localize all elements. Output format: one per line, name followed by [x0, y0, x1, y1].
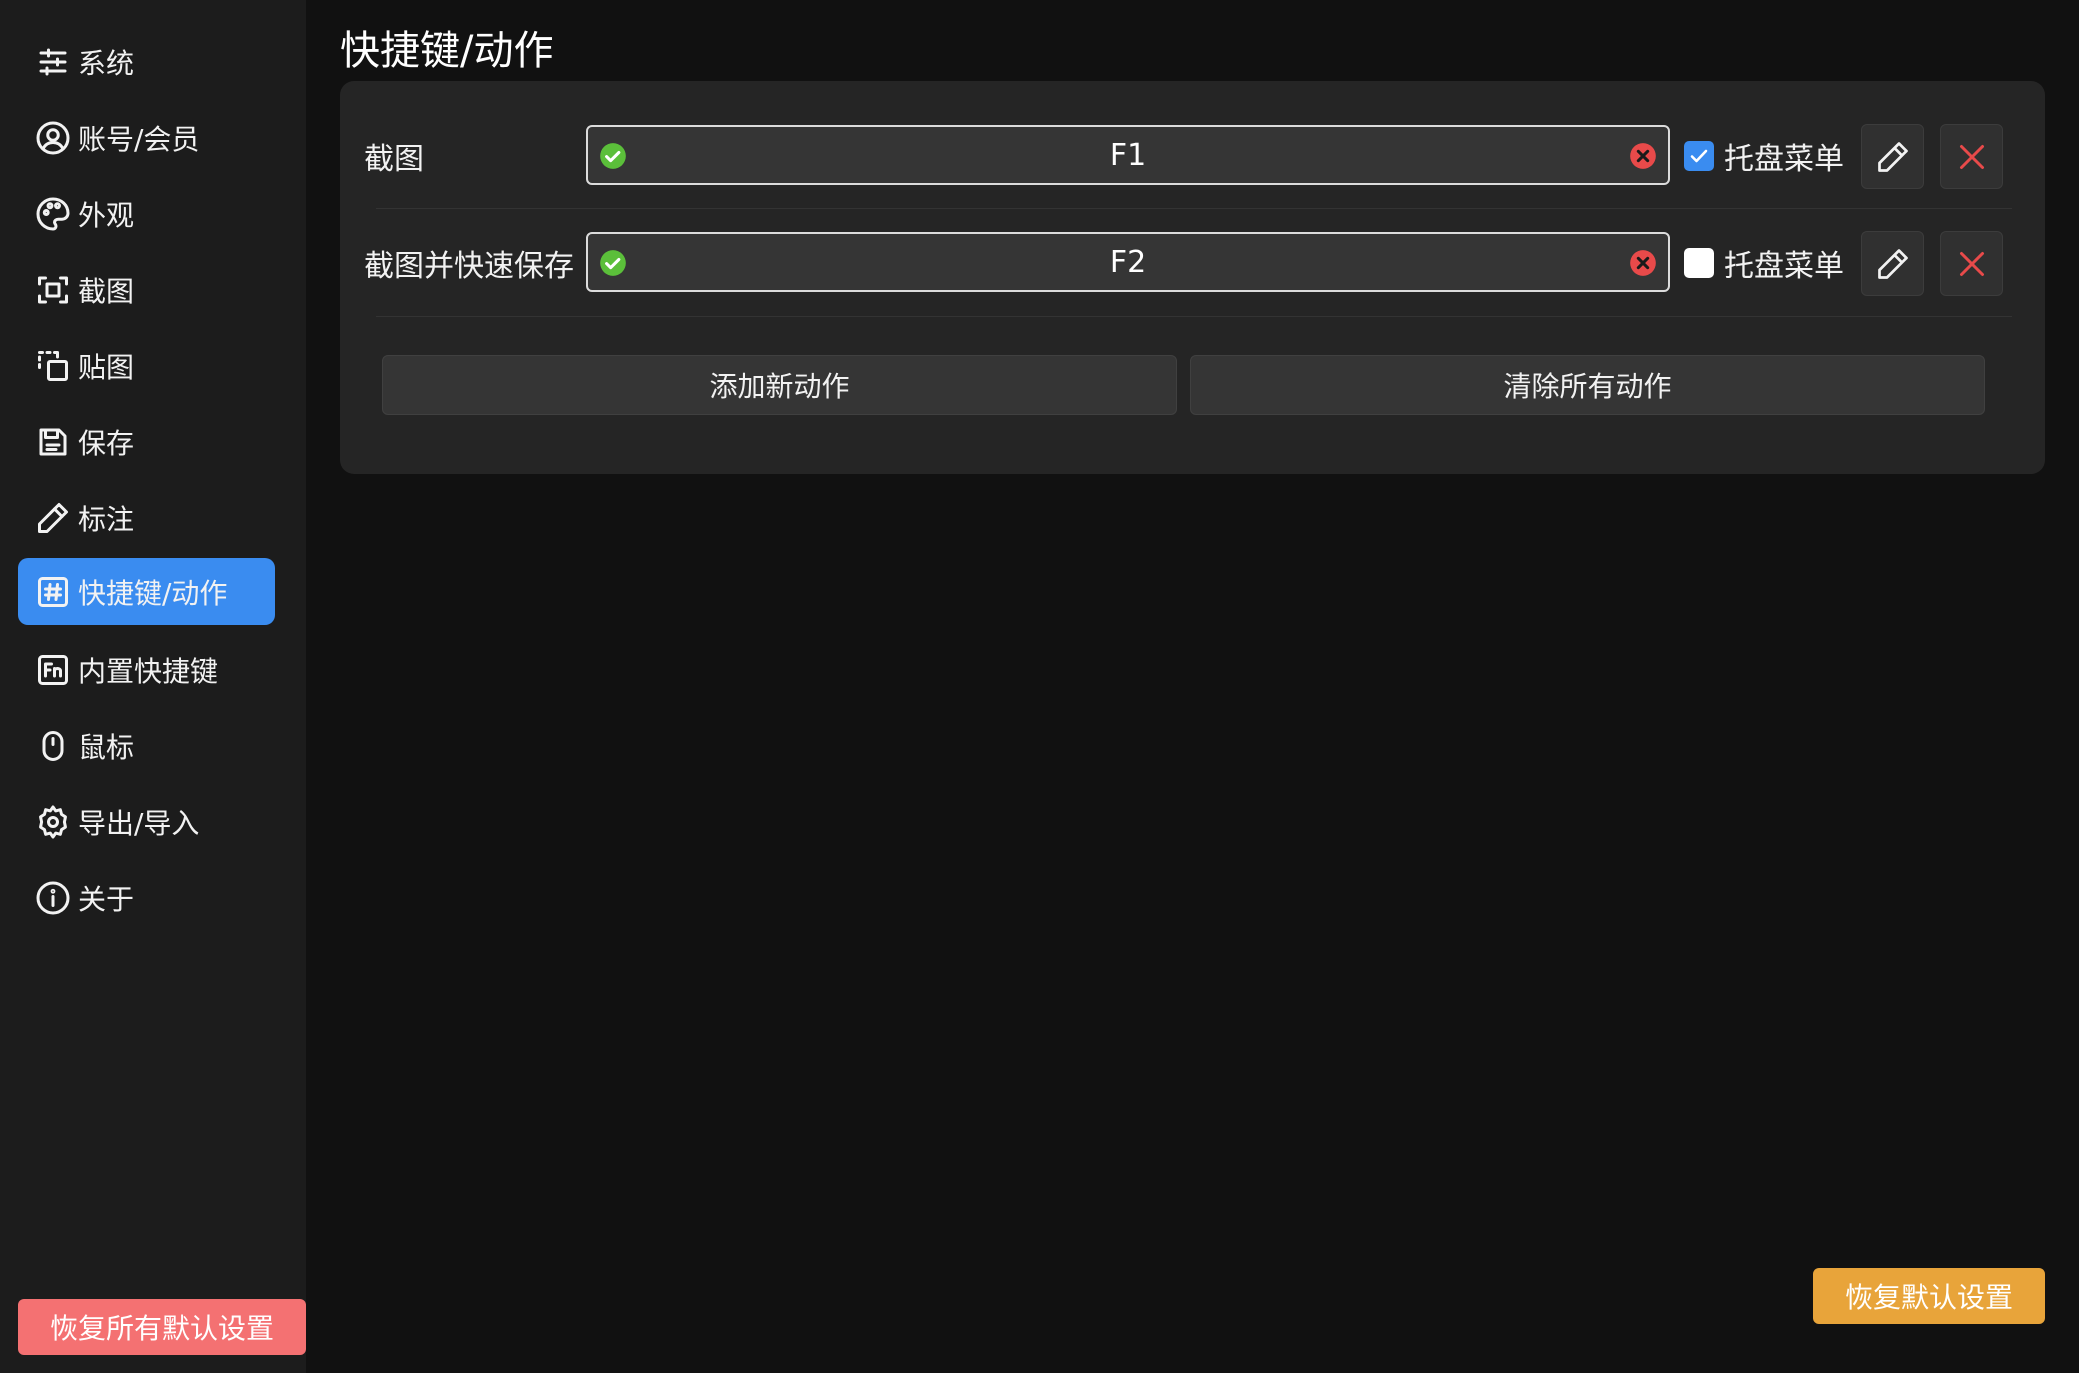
sidebar-item-screenshot[interactable]: 截图: [18, 256, 275, 323]
hotkey-input[interactable]: F1: [586, 125, 1670, 185]
clear-all-actions-button[interactable]: 清除所有动作: [1190, 355, 1985, 415]
hotkey-input[interactable]: F2: [586, 232, 1670, 292]
pencil-icon: [1877, 248, 1908, 279]
checkmark-icon: [1690, 149, 1708, 163]
sidebar-item-pin[interactable]: 贴图: [18, 332, 275, 399]
hash-icon: [34, 573, 72, 611]
pencil-icon: [34, 499, 72, 537]
sidebar-item-label: 账号/会员: [78, 122, 200, 156]
clear-icon[interactable]: [1629, 142, 1657, 170]
save-icon: [34, 423, 72, 461]
sidebar-item-appearance[interactable]: 外观: [18, 180, 275, 247]
sidebar-item-label: 鼠标: [78, 730, 135, 764]
delete-action-button[interactable]: [1940, 124, 2003, 189]
sidebar-item-label: 导出/导入: [78, 806, 200, 840]
sidebar-item-label: 快捷键/动作: [78, 576, 228, 610]
sidebar-item-import-export[interactable]: 导出/导入: [18, 788, 275, 855]
sidebar-item-label: 截图: [78, 274, 135, 308]
sidebar-item-label: 内置快捷键: [78, 654, 219, 688]
action-name: 截图: [364, 142, 424, 177]
sidebar-item-label: 关于: [78, 882, 135, 916]
close-icon: [1959, 251, 1984, 276]
fn-key-icon: [34, 651, 72, 689]
action-name: 截图并快速保存: [364, 249, 574, 284]
hotkey-value: F1: [1109, 137, 1147, 173]
sidebar: 系统 账号/会员 外观 截图 贴图 保存 标注 快捷键/动作 内置快捷键 鼠标 …: [0, 0, 306, 1373]
sidebar-item-about[interactable]: 关于: [18, 864, 275, 931]
screenshot-frame-icon: [34, 271, 72, 309]
sidebar-item-label: 标注: [78, 502, 135, 536]
palette-icon: [34, 195, 72, 233]
actions-panel: 截图 F1 托盘菜单 截图并快速保存 F2 托盘菜单 添加新动作 清除所有动作: [340, 81, 2045, 474]
sidebar-item-annotate[interactable]: 标注: [18, 484, 275, 551]
sidebar-item-mouse[interactable]: 鼠标: [18, 712, 275, 779]
pencil-icon: [1877, 141, 1908, 172]
edit-action-button[interactable]: [1861, 231, 1924, 296]
edit-action-button[interactable]: [1861, 124, 1924, 189]
sidebar-item-label: 外观: [78, 198, 135, 232]
sidebar-item-label: 保存: [78, 426, 135, 460]
divider: [376, 316, 2012, 317]
tray-menu-checkbox[interactable]: [1684, 248, 1714, 278]
sidebar-item-label: 贴图: [78, 350, 135, 384]
tray-menu-checkbox[interactable]: [1684, 141, 1714, 171]
sliders-icon: [34, 43, 72, 81]
sidebar-item-hotkeys[interactable]: 快捷键/动作: [18, 558, 275, 625]
info-icon: [34, 879, 72, 917]
gear-icon: [34, 803, 72, 841]
tray-menu-label: 托盘菜单: [1724, 249, 1844, 284]
mouse-icon: [34, 727, 72, 765]
tray-menu-label: 托盘菜单: [1724, 142, 1844, 177]
user-circle-icon: [34, 119, 72, 157]
sidebar-item-system[interactable]: 系统: [18, 28, 275, 95]
page-title: 快捷键/动作: [340, 28, 554, 74]
add-action-button[interactable]: 添加新动作: [382, 355, 1177, 415]
pin-image-icon: [34, 347, 72, 385]
clear-icon[interactable]: [1629, 249, 1657, 277]
divider: [376, 208, 2012, 209]
reset-all-defaults-button[interactable]: 恢复所有默认设置: [18, 1299, 306, 1355]
sidebar-item-builtin-hotkeys[interactable]: 内置快捷键: [18, 636, 275, 703]
sidebar-item-account[interactable]: 账号/会员: [18, 104, 275, 171]
sidebar-item-save[interactable]: 保存: [18, 408, 275, 475]
hotkey-value: F2: [1109, 244, 1147, 280]
close-icon: [1959, 144, 1984, 169]
reset-defaults-button[interactable]: 恢复默认设置: [1813, 1268, 2045, 1324]
sidebar-item-label: 系统: [78, 46, 135, 80]
delete-action-button[interactable]: [1940, 231, 2003, 296]
